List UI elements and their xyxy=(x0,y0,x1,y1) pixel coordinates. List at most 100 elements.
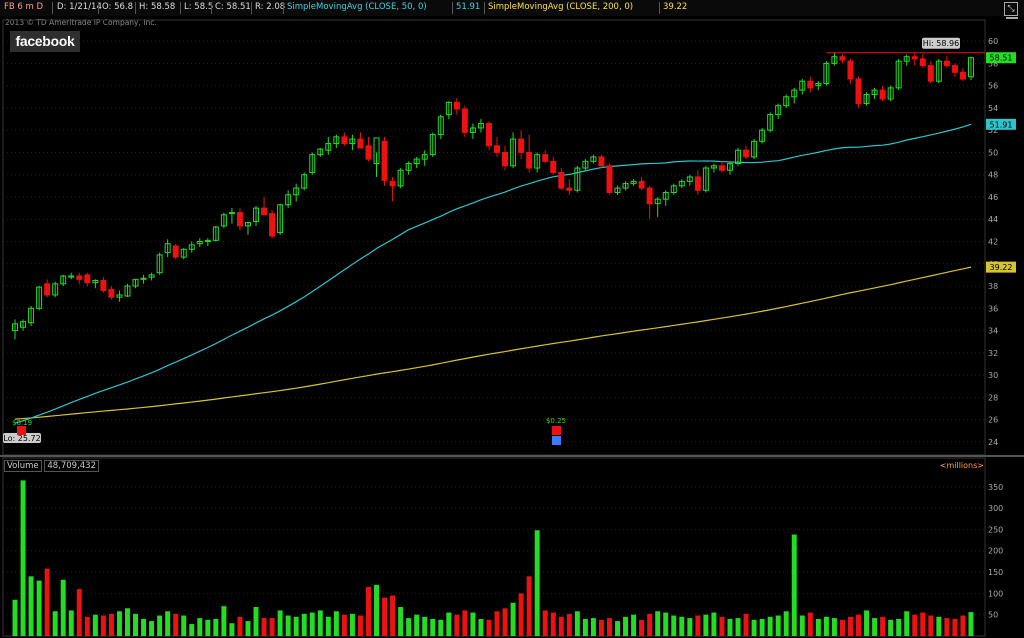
volume-bar xyxy=(12,599,18,636)
volume-bar xyxy=(189,624,195,636)
candle-body xyxy=(518,138,525,153)
volume-bar xyxy=(518,593,524,636)
volume-bar xyxy=(775,615,781,636)
volume-bar xyxy=(912,614,918,636)
volume-bar xyxy=(317,610,323,636)
volume-bar xyxy=(526,576,532,636)
candle-body xyxy=(911,56,918,60)
volume-bar xyxy=(767,616,773,636)
earnings-marker-icon xyxy=(552,426,561,435)
volume-bar xyxy=(542,610,548,636)
volume-bar xyxy=(566,613,572,636)
earnings-marker-icon xyxy=(17,426,26,435)
volume-bar xyxy=(590,618,596,636)
volume-unit-label: <millions> xyxy=(939,461,984,470)
volume-bar xyxy=(301,613,307,636)
volume-bar xyxy=(856,614,862,636)
volume-bar xyxy=(831,618,837,636)
volume-bar xyxy=(880,616,886,636)
candle-body xyxy=(550,160,557,173)
price-tick-label: 36 xyxy=(988,304,998,313)
sma200-line xyxy=(14,266,972,420)
candle-body xyxy=(389,180,396,187)
volume-label[interactable]: Volume xyxy=(4,460,42,472)
volume-bar xyxy=(574,611,580,636)
volume-bar xyxy=(20,480,26,636)
candle-body xyxy=(526,151,533,169)
volume-bar xyxy=(116,611,122,636)
volume-bar xyxy=(936,616,942,636)
volume-bar xyxy=(205,619,211,636)
volume-bar xyxy=(872,618,878,636)
low-label: Lo: 25.72 xyxy=(3,434,40,443)
volume-bar xyxy=(157,615,163,636)
price-tick-label: 42 xyxy=(988,238,998,247)
candle-body xyxy=(694,176,701,191)
volume-pane-frame xyxy=(2,457,986,637)
price-tick-label: 32 xyxy=(988,349,998,358)
volume-bar xyxy=(783,611,789,636)
candle-body xyxy=(502,151,509,167)
volume-bar xyxy=(839,619,845,636)
candle-body xyxy=(743,149,750,158)
volume-bar xyxy=(791,534,797,636)
volume-bar xyxy=(606,618,612,636)
volume-bar xyxy=(494,611,500,636)
candle-body xyxy=(461,108,468,133)
volume-bar xyxy=(454,614,460,636)
candle-body xyxy=(76,275,83,280)
volume-bar xyxy=(743,613,749,636)
volume-bar xyxy=(341,614,347,636)
volume-bar xyxy=(173,613,179,636)
volume-header: Volume 48,709,432 xyxy=(4,460,99,472)
volume-bar xyxy=(357,615,363,636)
volume-bar xyxy=(896,618,902,636)
volume-bar xyxy=(655,611,661,636)
volume-bar xyxy=(920,612,926,636)
volume-bar xyxy=(349,613,355,636)
volume-bar xyxy=(639,619,645,636)
candle-body xyxy=(558,171,565,189)
volume-bar xyxy=(398,607,404,636)
volume-bar xyxy=(815,618,821,636)
volume-bar xyxy=(751,619,757,636)
volume-tick-label: 50 xyxy=(988,611,998,620)
volume-bar xyxy=(430,618,436,636)
volume-bar xyxy=(598,619,604,636)
volume-bar xyxy=(141,618,147,636)
volume-bar xyxy=(374,584,380,636)
volume-bar xyxy=(960,615,966,636)
volume-bar xyxy=(253,607,259,636)
volume-bar xyxy=(502,608,508,636)
candle-body xyxy=(855,78,862,104)
candle-body xyxy=(566,187,573,191)
candle-body xyxy=(951,65,958,73)
volume-bar xyxy=(719,616,725,636)
candle-body xyxy=(646,187,653,205)
volume-value: 48,709,432 xyxy=(44,460,99,472)
volume-bar xyxy=(277,610,283,636)
candle-body xyxy=(494,145,501,153)
price-volume-chart[interactable]: 2426283032343638404244464850525456586050… xyxy=(0,0,1024,638)
volume-bar xyxy=(615,621,621,636)
candle-body xyxy=(879,89,886,100)
volume-bar xyxy=(245,621,251,636)
last-price-tag: 58.51 xyxy=(990,54,1013,63)
volume-bar xyxy=(68,610,74,636)
candle-body xyxy=(919,58,926,67)
volume-bar xyxy=(261,618,267,636)
volume-tick-label: 250 xyxy=(988,525,1003,534)
volume-bar xyxy=(44,568,50,636)
candle-body xyxy=(236,212,243,227)
volume-bar xyxy=(470,612,476,636)
volume-bar xyxy=(293,616,299,636)
volume-bar xyxy=(28,576,34,636)
volume-bar xyxy=(60,579,66,636)
volume-bar xyxy=(735,618,741,636)
price-tick-label: 26 xyxy=(988,416,998,425)
candle-body xyxy=(847,60,854,80)
volume-bar xyxy=(510,602,516,636)
candle-body xyxy=(718,165,725,171)
volume-bar xyxy=(928,615,934,636)
candle-body xyxy=(108,288,115,298)
